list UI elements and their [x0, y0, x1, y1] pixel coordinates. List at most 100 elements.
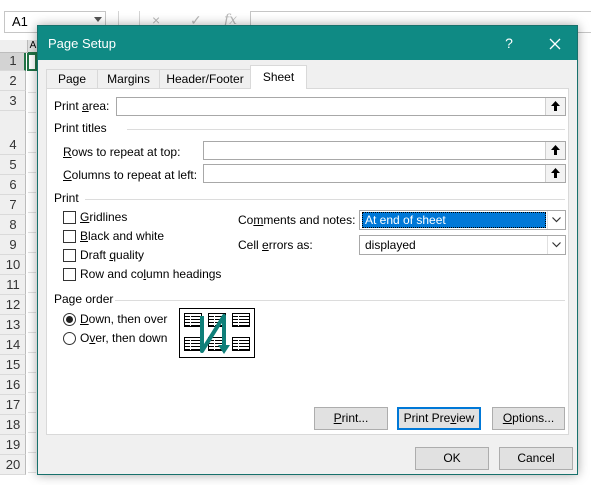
- print-area-input[interactable]: [116, 97, 566, 116]
- row-header-10[interactable]: 10: [0, 255, 26, 275]
- draft-quality-label[interactable]: Draft quality: [80, 248, 144, 262]
- row-header-9[interactable]: 9: [0, 235, 26, 255]
- group-divider: [85, 199, 565, 200]
- rows-repeat-collapse-button[interactable]: [545, 142, 565, 159]
- print-button[interactable]: Print...: [314, 407, 388, 430]
- tab-sheet[interactable]: Sheet: [250, 65, 307, 89]
- active-cell[interactable]: [27, 53, 37, 71]
- row-number: 11: [6, 277, 20, 292]
- row-header-3[interactable]: 3: [0, 91, 26, 111]
- row-number: 16: [5, 377, 21, 392]
- options-button[interactable]: Options...: [492, 407, 565, 430]
- tab-margins[interactable]: Margins: [97, 69, 160, 88]
- down-then-over-label[interactable]: Down, then over: [80, 312, 167, 326]
- row-header-8[interactable]: 8: [0, 215, 26, 235]
- draft-quality-checkbox[interactable]: [63, 249, 76, 262]
- row-number: 17: [5, 397, 21, 412]
- row-number: 10: [5, 257, 21, 272]
- radio-selected-dot: [66, 316, 73, 323]
- row-header-6[interactable]: 6: [0, 175, 26, 195]
- sheet-tab-panel: Print area: Print titles Rows to repeat …: [46, 88, 569, 435]
- print-titles-heading: Print titles: [54, 121, 107, 135]
- row-header-15[interactable]: 15: [0, 355, 26, 375]
- close-icon: [549, 38, 561, 50]
- comments-label: Comments and notes:: [238, 213, 356, 227]
- row-header-12[interactable]: 12: [0, 295, 26, 315]
- row-column-headings-label[interactable]: Row and column headings: [80, 267, 221, 281]
- down-then-over-radio[interactable]: [63, 313, 76, 326]
- comments-selected-value: At end of sheet: [362, 212, 546, 228]
- row-number: 14: [5, 337, 21, 352]
- tab-page[interactable]: Page: [46, 69, 98, 88]
- row-number: 3: [9, 93, 17, 108]
- row-header-11[interactable]: 11: [0, 275, 26, 295]
- row-header-17[interactable]: 17: [0, 395, 26, 415]
- row-number: 20: [5, 457, 21, 472]
- group-divider: [115, 300, 565, 301]
- over-then-down-label[interactable]: Over, then down: [80, 331, 167, 345]
- dialog-title: Page Setup: [48, 36, 116, 51]
- comments-dropdown[interactable]: At end of sheet: [359, 210, 566, 230]
- over-then-down-radio[interactable]: [63, 332, 76, 345]
- close-button[interactable]: [538, 29, 572, 57]
- columns-repeat-collapse-button[interactable]: [545, 165, 565, 182]
- black-and-white-checkbox[interactable]: [63, 230, 76, 243]
- row-header-20[interactable]: 20: [0, 455, 26, 475]
- row-number: 4: [9, 137, 17, 152]
- row-number: 13: [5, 317, 21, 332]
- print-area-label: Print area:: [54, 99, 110, 113]
- columns-repeat-label: Columns to repeat at left:: [63, 168, 198, 182]
- page-order-heading: Page order: [54, 292, 114, 306]
- row-header-4[interactable]: 4: [0, 111, 26, 155]
- collapse-dialog-icon: [551, 168, 560, 178]
- row-header-5[interactable]: 5: [0, 155, 26, 175]
- rows-repeat-input[interactable]: [203, 141, 566, 160]
- black-and-white-label[interactable]: Black and white: [80, 229, 164, 243]
- dialog-titlebar[interactable]: Page Setup ?: [38, 26, 577, 60]
- row-number: 2: [9, 73, 17, 88]
- collapse-dialog-icon: [551, 145, 560, 155]
- row-number: 12: [5, 297, 21, 312]
- cell-errors-label: Cell errors as:: [238, 238, 313, 252]
- page-setup-dialog: Page Setup ? Page Margins Header/Footer …: [37, 25, 578, 475]
- row-header-7[interactable]: 7: [0, 195, 26, 215]
- row-number: 1: [9, 53, 17, 68]
- row-header-13[interactable]: 13: [0, 315, 26, 335]
- gridlines-label[interactable]: Gridlines: [80, 210, 127, 224]
- row-header-2[interactable]: 2: [0, 71, 26, 91]
- row-header-16[interactable]: 16: [0, 375, 26, 395]
- name-box-value: A1: [12, 14, 28, 29]
- cell-errors-selected-value: displayed: [365, 238, 416, 252]
- row-number: 8: [9, 217, 17, 232]
- collapse-dialog-icon: [551, 101, 560, 111]
- row-header-19[interactable]: 19: [0, 435, 26, 455]
- gridlines-checkbox[interactable]: [63, 211, 76, 224]
- columns-repeat-input[interactable]: [203, 164, 566, 183]
- cell-errors-dropdown[interactable]: displayed: [359, 235, 566, 255]
- ok-button[interactable]: OK: [415, 447, 489, 470]
- row-number: 19: [5, 437, 21, 452]
- select-all-corner[interactable]: [0, 40, 28, 53]
- row-header-14[interactable]: 14: [0, 335, 26, 355]
- chevron-down-icon[interactable]: [547, 211, 565, 229]
- chevron-down-icon[interactable]: [547, 236, 565, 254]
- row-number: 15: [5, 357, 21, 372]
- page-order-arrow-icon: [200, 314, 230, 354]
- row-header-1[interactable]: 1: [0, 53, 26, 71]
- row-number: 5: [9, 157, 17, 172]
- row-number: 9: [9, 237, 17, 252]
- rows-repeat-label: Rows to repeat at top:: [63, 145, 181, 159]
- group-divider: [127, 129, 565, 130]
- name-box-dropdown-icon[interactable]: [94, 17, 102, 22]
- row-number: 6: [9, 177, 17, 192]
- row-number: 7: [9, 197, 17, 212]
- cancel-button[interactable]: Cancel: [499, 447, 573, 470]
- row-header-18[interactable]: 18: [0, 415, 26, 435]
- grid-cells[interactable]: [28, 73, 36, 485]
- tab-header-footer[interactable]: Header/Footer: [159, 69, 251, 88]
- row-column-headings-checkbox[interactable]: [63, 268, 76, 281]
- page-order-preview: [179, 308, 255, 358]
- print-preview-button[interactable]: Print Preview: [397, 407, 481, 430]
- help-button[interactable]: ?: [494, 29, 524, 57]
- print-area-collapse-button[interactable]: [545, 98, 565, 115]
